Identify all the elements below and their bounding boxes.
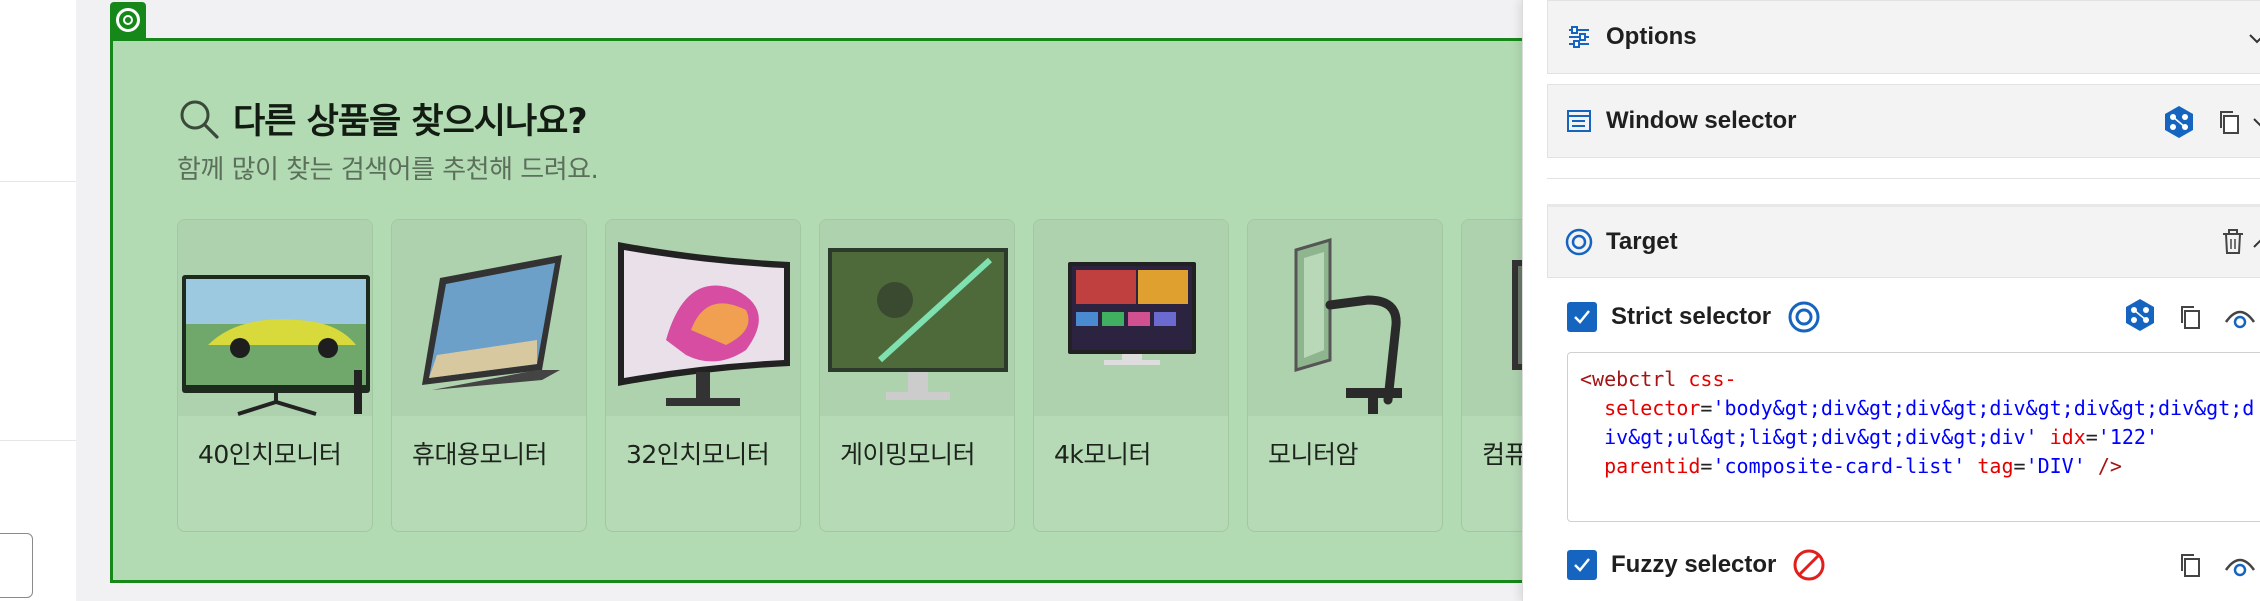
keyword-label: 휴대용모니터 <box>412 440 548 469</box>
keyword-label: 모니터암 <box>1268 440 1359 469</box>
page-left-margin <box>0 0 76 601</box>
keyword-card[interactable]: 32인치모니터 <box>605 219 801 532</box>
selector-code-editor[interactable]: <webctrl css- selector='body&gt;div&gt;d… <box>1567 352 2260 522</box>
fuzzy-selector-row: Fuzzy selector <box>1567 548 1826 582</box>
chevron-down-icon[interactable] <box>2247 29 2260 49</box>
divider <box>0 181 76 182</box>
target-title: Target <box>1606 228 1678 255</box>
screen: 다른 상품을 찾으시나요? 함께 많이 찾는 검색어를 추천해 드려요. 40인… <box>0 0 2260 601</box>
keyword-card[interactable]: 게이밍모니터 <box>819 219 1015 532</box>
trash-icon[interactable] <box>2216 225 2250 259</box>
chevron-down-icon[interactable] <box>2251 113 2260 133</box>
inspector-panel: Options Window selector Target Strict se… <box>1522 0 2260 601</box>
portable-monitor-beach-image <box>392 220 586 416</box>
smart-monitor-apps-image <box>1034 220 1228 416</box>
page-background <box>110 0 1522 38</box>
highlighted-recommendation-section[interactable]: 다른 상품을 찾으시나요? 함께 많이 찾는 검색어를 추천해 드려요. 40인… <box>110 38 1550 583</box>
curved-monitor-swirl-image <box>606 220 800 416</box>
monitor-sports-car-image <box>178 220 372 416</box>
target-header[interactable]: Target <box>1547 204 2260 278</box>
copy-icon[interactable] <box>2173 300 2207 334</box>
fuzzy-selector-checkbox[interactable] <box>1567 550 1597 580</box>
code-token: tag <box>1977 454 2014 478</box>
section-title: 다른 상품을 찾으시나요? <box>233 102 588 142</box>
code-token: '122' <box>2097 425 2159 449</box>
keyword-card[interactable]: 4k모니터 <box>1033 219 1229 532</box>
selector-tree-icon[interactable] <box>2162 105 2196 139</box>
code-token: 'DIV' <box>2025 454 2086 478</box>
copy-icon[interactable] <box>2212 105 2246 139</box>
strict-selector-row: Strict selector <box>1567 300 1821 334</box>
keyword-label: 4k모니터 <box>1054 440 1151 469</box>
section-subtitle: 함께 많이 찾는 검색어를 추천해 드려요. <box>177 155 599 185</box>
code-token: <webctrl <box>1580 367 1677 391</box>
keyword-card[interactable]: 40인치모니터 <box>177 219 373 532</box>
keyword-label: 40인치모니터 <box>198 440 342 469</box>
window-icon <box>1564 106 1594 136</box>
partial-input-field[interactable] <box>0 533 33 598</box>
monitor-arm-image <box>1248 220 1442 416</box>
gaming-monitor-warrior-image <box>820 220 1014 416</box>
code-token: idx <box>2049 425 2086 449</box>
fuzzy-selector-label: Fuzzy selector <box>1611 551 1777 578</box>
eye-icon[interactable] <box>2223 548 2257 582</box>
options-title: Options <box>1606 23 1697 50</box>
window-selector-title: Window selector <box>1606 107 1797 134</box>
target-icon[interactable] <box>1787 300 1821 334</box>
divider <box>1547 178 2260 179</box>
target-marker-icon <box>110 2 146 38</box>
code-token: /> <box>2085 454 2122 478</box>
page-background <box>110 583 1522 601</box>
code-token: parentid <box>1604 454 1701 478</box>
selector-tree-icon[interactable] <box>2123 298 2157 332</box>
search-icon <box>180 100 219 139</box>
strict-selector-checkbox[interactable] <box>1567 302 1597 332</box>
disabled-icon[interactable] <box>1792 548 1826 582</box>
keyword-card-list: 40인치모니터 휴대용모니터 32인치모니터 게이밍모니터 4k모니터 모니터암… <box>177 219 1547 532</box>
code-token: 'composite-card-list' <box>1712 454 1966 478</box>
target-icon <box>1564 227 1594 257</box>
code-token: 'body&gt;div&gt;div&gt;div&gt;div&gt;div… <box>1712 396 2255 420</box>
keyword-label: 32인치모니터 <box>626 440 770 469</box>
options-header[interactable]: Options <box>1547 0 2260 74</box>
sliders-icon <box>1564 22 1594 52</box>
page-gutter <box>76 0 110 601</box>
code-token: selector <box>1604 396 1701 420</box>
chevron-up-icon[interactable] <box>2251 233 2260 253</box>
code-token: iv&gt;ul&gt;li&gt;div&gt;div&gt;div' <box>1604 425 2038 449</box>
divider <box>0 440 76 441</box>
keyword-card[interactable]: 모니터암 <box>1247 219 1443 532</box>
window-selector-header[interactable]: Window selector <box>1547 84 2260 158</box>
section-heading: 다른 상품을 찾으시나요? <box>177 93 588 144</box>
keyword-label: 게이밍모니터 <box>840 440 976 469</box>
keyword-card[interactable]: 휴대용모니터 <box>391 219 587 532</box>
copy-icon[interactable] <box>2173 548 2207 582</box>
eye-icon[interactable] <box>2223 300 2257 334</box>
code-token: css- <box>1688 367 1737 391</box>
strict-selector-label: Strict selector <box>1611 303 1772 330</box>
